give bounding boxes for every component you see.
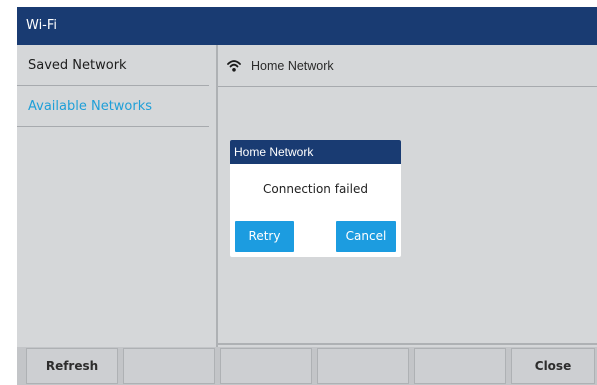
softkey-4[interactable]	[317, 348, 409, 384]
dialog-message: Connection failed	[263, 182, 368, 196]
window-title: Wi-Fi	[26, 18, 58, 33]
network-row[interactable]: Home Network	[218, 45, 597, 87]
retry-button[interactable]: Retry	[235, 221, 294, 252]
close-button[interactable]: Close	[511, 348, 595, 384]
title-bar: Wi-Fi	[17, 7, 597, 45]
list-bottom-divider	[218, 343, 597, 345]
sidebar: Saved Network Available Networks	[17, 45, 216, 347]
wifi-icon	[227, 59, 241, 72]
sidebar-item-label: Saved Network	[28, 58, 127, 73]
phone-screen: Wi-Fi Saved Network Available Networks H…	[17, 7, 597, 385]
refresh-button[interactable]: Refresh	[26, 348, 118, 384]
softkey-3[interactable]	[220, 348, 312, 384]
sidebar-item-saved-network[interactable]: Saved Network	[17, 45, 209, 86]
sidebar-item-available-networks[interactable]: Available Networks	[17, 86, 209, 127]
dialog-title: Home Network	[230, 140, 401, 164]
sidebar-item-label: Available Networks	[28, 99, 153, 114]
connection-dialog: Home Network Connection failed Retry Can…	[230, 140, 401, 257]
softkey-bar: Refresh Close	[17, 347, 597, 385]
network-name: Home Network	[251, 59, 334, 73]
cancel-button[interactable]: Cancel	[336, 221, 396, 252]
softkey-5[interactable]	[414, 348, 506, 384]
softkey-2[interactable]	[123, 348, 215, 384]
